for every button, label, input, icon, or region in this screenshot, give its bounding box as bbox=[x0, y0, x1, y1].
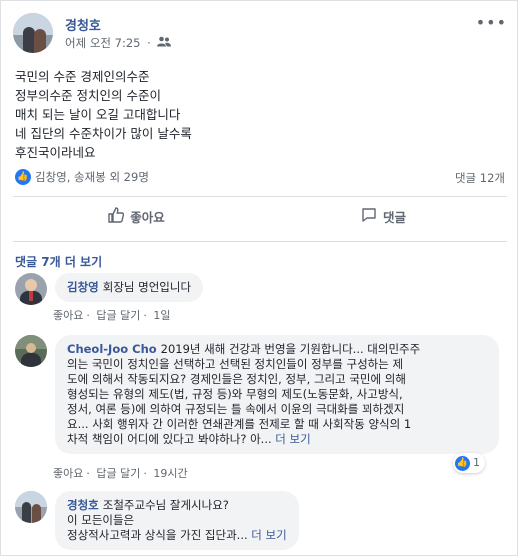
see-more-link[interactable]: 더 보기 bbox=[275, 432, 310, 446]
divider bbox=[13, 241, 507, 242]
post-time[interactable]: 어제 오전 7:25 bbox=[65, 35, 140, 51]
like-label: 좋아요 bbox=[130, 210, 165, 225]
author-avatar[interactable] bbox=[13, 13, 53, 53]
like-reaction-icon: 👍 bbox=[15, 169, 31, 185]
comment-button[interactable]: 댓글 bbox=[260, 201, 507, 235]
friends-icon bbox=[157, 36, 172, 50]
comment-like-link[interactable]: 좋아요 bbox=[53, 307, 83, 323]
post-body: 국민의 수준 경제인의수준 정부의수준 정치인의 수준이 매치 되는 날이 오길… bbox=[15, 67, 495, 162]
reaction-count: 1 bbox=[473, 456, 480, 469]
comment-actions: 좋아요 · 답글 달기 · 19시간 bbox=[53, 465, 188, 481]
like-button[interactable]: 좋아요 bbox=[13, 201, 260, 235]
comment-text: 의는 국민이 정치인을 선택하고 선택된 정치인들이 정부를 구성하는 제 bbox=[67, 357, 404, 371]
comment-item: 경청호 조철주교수님 잘게시나요? 이 모든이들은 정상적사고력과 상식을 가진 … bbox=[15, 491, 505, 551]
reactors-link[interactable]: 김창영, 송재봉 외 29명 bbox=[35, 170, 149, 184]
comment-reply-link[interactable]: 답글 달기 bbox=[96, 465, 140, 481]
post-meta: 어제 오전 7:25 · bbox=[65, 35, 172, 51]
comment-text: 정서, 여론 등)에 의하여 규정되는 틀 속에서 이윤의 극대화를 꾀하겠지 bbox=[67, 402, 405, 416]
comment-bubble: Cheol-Joo Cho 2019년 새해 건강과 번영을 기원합니다... 대… bbox=[55, 335, 499, 454]
post-header: 경청호 어제 오전 7:25 · ••• bbox=[13, 13, 507, 55]
commenter-name[interactable]: Cheol-Joo Cho bbox=[67, 342, 157, 356]
comment-count[interactable]: 댓글 12개 bbox=[455, 170, 505, 186]
post-line: 네 집단의 수준차이가 많이 날수록 bbox=[15, 126, 192, 141]
comment-item: Cheol-Joo Cho 2019년 새해 건강과 번영을 기원합니다... 대… bbox=[15, 335, 505, 465]
author-name[interactable]: 경청호 bbox=[65, 15, 101, 34]
divider bbox=[13, 196, 507, 197]
view-previous-comments[interactable]: 댓글 7개 더 보기 bbox=[15, 253, 102, 270]
commenter-name[interactable]: 김창영 bbox=[67, 280, 99, 294]
comment-text: 요... 사회 행위자 간 이러한 연쇄관계를 전제로 할 때 사회작동 양식의… bbox=[67, 417, 412, 431]
comment-label: 댓글 bbox=[382, 210, 406, 225]
post-line: 매치 되는 날이 오길 고대합니다 bbox=[15, 107, 181, 122]
see-more-link[interactable]: 더 보기 bbox=[251, 528, 286, 542]
comment-reaction-count[interactable]: 👍 1 bbox=[453, 453, 485, 473]
comment-text: 형성되는 유형의 제도(법, 규정 등)와 무형의 제도(노동문화, 사고방식, bbox=[67, 387, 403, 401]
comment-text: 2019년 새해 건강과 번영을 기원합니다... 대의민주주 bbox=[160, 342, 421, 356]
commenter-avatar[interactable] bbox=[15, 273, 47, 305]
comment-icon bbox=[361, 202, 377, 236]
more-options-icon[interactable]: ••• bbox=[476, 13, 507, 32]
comment-like-link[interactable]: 좋아요 bbox=[53, 465, 83, 481]
post-line: 후진국이라네요 bbox=[15, 145, 96, 160]
comment-bubble: 경청호 조철주교수님 잘게시나요? 이 모든이들은 정상적사고력과 상식을 가진 … bbox=[55, 491, 299, 550]
post-line: 국민의 수준 경제인의수준 bbox=[15, 69, 150, 84]
comment-text: 차적 책임이 어디에 있다고 봐야하나? 아... bbox=[67, 432, 272, 446]
post-line: 정부의수준 정치인의 수준이 bbox=[15, 88, 161, 103]
like-reaction-icon: 👍 bbox=[455, 455, 470, 471]
thumbs-up-icon bbox=[108, 202, 125, 236]
comment-actions: 좋아요 · 답글 달기 · 1일 bbox=[53, 307, 171, 323]
comment-time[interactable]: 1일 bbox=[153, 307, 170, 323]
comment-bubble: 김창영 회장님 명언입니다 bbox=[55, 273, 204, 302]
commenter-avatar[interactable] bbox=[15, 335, 47, 367]
comment-text: 이 모든이들은 bbox=[67, 513, 135, 527]
comment-text: 정상적사고력과 상식을 가진 집단과... bbox=[67, 528, 248, 542]
commenter-name[interactable]: 경청호 bbox=[67, 498, 99, 512]
action-bar: 좋아요 댓글 bbox=[13, 201, 507, 235]
comment-text: 회장님 명언입니다 bbox=[102, 280, 192, 294]
comment-text: 조철주교수님 잘게시나요? bbox=[102, 498, 229, 512]
post-card: 경청호 어제 오전 7:25 · ••• 국민의 수준 경제인의수준 정부의수준… bbox=[0, 0, 518, 556]
commenter-avatar[interactable] bbox=[15, 491, 47, 523]
reaction-summary: 👍 김창영, 송재봉 외 29명 댓글 12개 bbox=[15, 169, 505, 185]
comment-text: 도에 의해서 작동되지요? 경제인들은 정치인, 정부, 그리고 국민에 의해 bbox=[67, 372, 406, 386]
comment-time[interactable]: 19시간 bbox=[153, 465, 187, 481]
comment-reply-link[interactable]: 답글 달기 bbox=[96, 307, 140, 323]
